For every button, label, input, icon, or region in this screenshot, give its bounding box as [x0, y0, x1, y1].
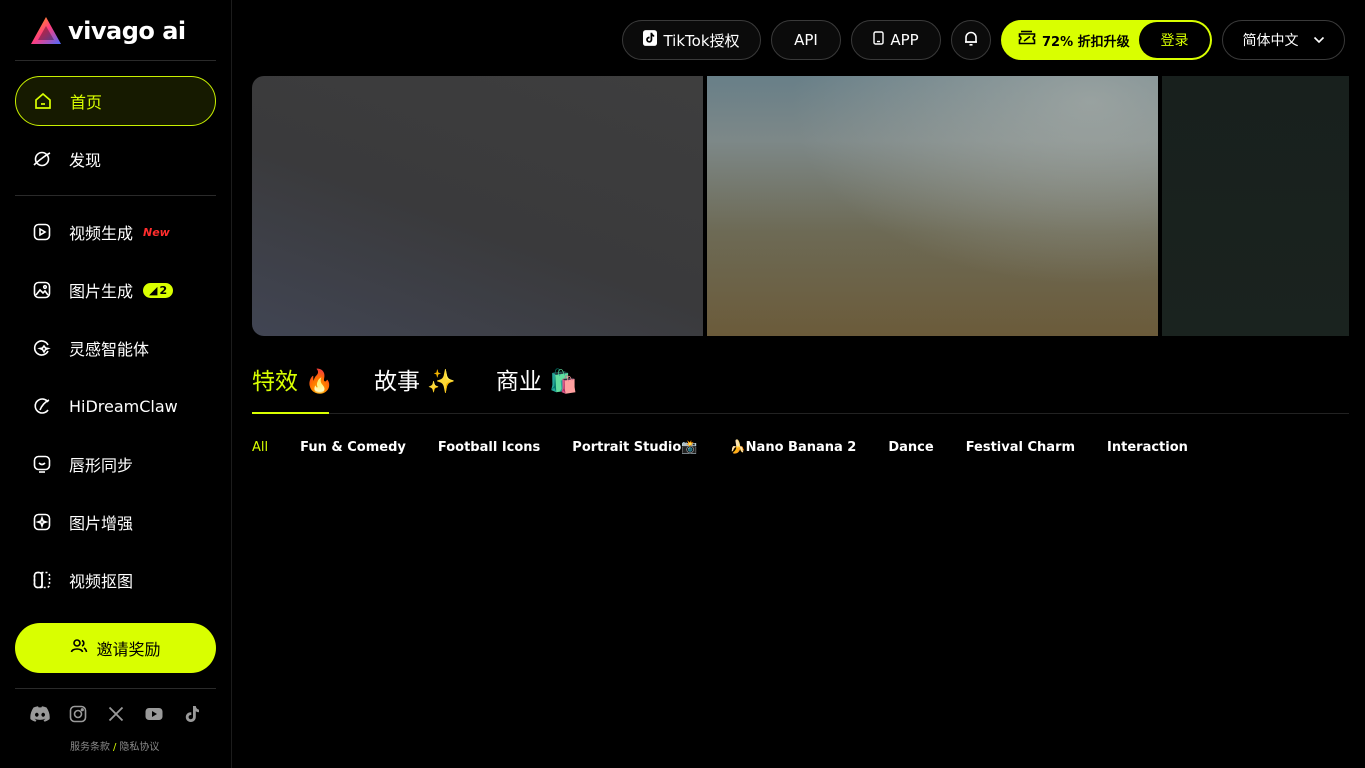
- api-label: API: [794, 31, 818, 49]
- instagram-icon[interactable]: [68, 704, 88, 724]
- sidebar-item-label: HiDreamClaw: [69, 396, 178, 416]
- filter-bar: All Fun & Comedy Football Icons Portrait…: [252, 440, 1188, 455]
- upgrade-label: 72% 折扣升级: [1042, 34, 1130, 50]
- upgrade-button[interactable]: 72% 折扣升级: [1001, 30, 1139, 50]
- users-icon: [70, 638, 88, 658]
- sidebar-item-discover[interactable]: 发现: [15, 134, 216, 184]
- sidebar-item-label: 视频抠图: [69, 572, 134, 591]
- sidebar-item-label: 视频生成: [69, 224, 134, 243]
- count-badge: ◢ 2: [143, 282, 174, 298]
- active-tab-indicator: [252, 412, 329, 414]
- filter-fun-comedy[interactable]: Fun & Comedy: [300, 440, 406, 455]
- filter-nano-banana[interactable]: 🍌Nano Banana 2: [729, 440, 856, 455]
- privacy-link[interactable]: 隐私协议: [119, 742, 159, 753]
- upgrade-login-group: 72% 折扣升级 登录: [1001, 20, 1212, 60]
- home-icon: [32, 90, 54, 112]
- discount-ticket-icon: [1018, 30, 1036, 50]
- sidebar-item-label: 首页: [70, 93, 103, 112]
- sidebar-item-video-matting[interactable]: 视频抠图: [15, 555, 216, 605]
- filter-dance[interactable]: Dance: [888, 440, 933, 455]
- brand-logo[interactable]: vivago ai: [30, 16, 186, 46]
- filter-football-icons[interactable]: Football Icons: [438, 440, 540, 455]
- new-badge: New: [143, 225, 170, 239]
- leaf-icon: ◢: [149, 283, 158, 297]
- sidebar-item-label: 图片生成: [69, 282, 134, 301]
- bell-icon: [963, 30, 979, 51]
- tab-effects[interactable]: 特效 🔥: [252, 362, 334, 414]
- social-links: [30, 704, 202, 724]
- app-button[interactable]: APP: [851, 20, 941, 60]
- invite-reward-button[interactable]: 邀请奖励: [15, 623, 216, 673]
- youtube-icon[interactable]: [144, 704, 164, 724]
- language-label: 简体中文: [1242, 33, 1299, 49]
- category-tabs: 特效 🔥 故事 ✨ 商业 🛍️: [252, 362, 578, 414]
- login-label: 登录: [1160, 33, 1189, 49]
- sidebar-item-image-generate[interactable]: 图片生成 ◢ 2: [15, 265, 216, 315]
- tiktok-icon[interactable]: [182, 704, 202, 724]
- video-generate-icon: [31, 221, 53, 243]
- chevron-down-icon: [1313, 32, 1325, 48]
- sidebar-item-lip-sync[interactable]: 唇形同步: [15, 439, 216, 489]
- tiktok-auth-label: TikTok授权: [663, 31, 740, 50]
- banner-slide[interactable]: [252, 76, 703, 336]
- sidebar-item-video-generate[interactable]: 视频生成 New: [15, 207, 216, 257]
- banner-slide[interactable]: [707, 76, 1158, 336]
- sidebar-item-inspiration-agent[interactable]: 灵感智能体: [15, 323, 216, 373]
- sidebar-divider: [15, 60, 216, 61]
- sidebar-item-label: 图片增强: [69, 514, 134, 533]
- sidebar: vivago ai 首页 发现 视频生成 New 图片生成 ◢ 2 灵感智能体 …: [0, 0, 232, 768]
- x-icon[interactable]: [106, 704, 126, 724]
- sidebar-item-home[interactable]: 首页: [15, 76, 216, 126]
- language-selector[interactable]: 简体中文: [1222, 20, 1345, 60]
- login-button[interactable]: 登录: [1139, 22, 1210, 58]
- sidebar-item-label: 灵感智能体: [69, 340, 150, 359]
- brand-name: vivago ai: [68, 17, 186, 45]
- tab-story[interactable]: 故事 ✨: [374, 362, 456, 414]
- filter-interaction[interactable]: Interaction: [1107, 440, 1188, 455]
- discord-icon[interactable]: [30, 704, 50, 724]
- sidebar-divider: [15, 688, 216, 689]
- discover-icon: [31, 148, 53, 170]
- app-root: vivago ai 首页 发现 视频生成 New 图片生成 ◢ 2 灵感智能体 …: [0, 0, 1365, 768]
- sidebar-item-hidreamclaw[interactable]: HiDreamClaw: [15, 381, 216, 431]
- tabs-divider: [252, 413, 1349, 414]
- tiktok-auth-button[interactable]: TikTok授权: [622, 20, 761, 60]
- app-label: APP: [890, 31, 919, 49]
- legal-separator: /: [113, 742, 117, 753]
- tiktok-icon: [643, 30, 658, 50]
- api-button[interactable]: API: [771, 20, 841, 60]
- sidebar-item-image-enhance[interactable]: 图片增强: [15, 497, 216, 547]
- banner-slide[interactable]: [1162, 76, 1349, 336]
- sidebar-divider: [15, 195, 216, 196]
- sidebar-item-label: 发现: [69, 151, 102, 170]
- filter-all[interactable]: All: [252, 440, 268, 455]
- notification-button[interactable]: [951, 20, 991, 60]
- lip-sync-icon: [31, 453, 53, 475]
- image-enhance-icon: [31, 511, 53, 533]
- inspiration-agent-icon: [31, 337, 53, 359]
- phone-icon: [873, 31, 885, 49]
- vivago-logo-icon: [31, 17, 61, 44]
- legal-links: 服务条款 / 隐私协议: [70, 738, 159, 753]
- image-generate-icon: [31, 279, 53, 301]
- filter-festival-charm[interactable]: Festival Charm: [966, 440, 1075, 455]
- sidebar-item-label: 唇形同步: [69, 456, 134, 475]
- terms-link[interactable]: 服务条款: [70, 742, 110, 753]
- invite-reward-label: 邀请奖励: [96, 640, 161, 659]
- tab-business[interactable]: 商业 🛍️: [496, 362, 578, 414]
- count-badge-value: 2: [159, 283, 168, 297]
- video-matting-icon: [31, 569, 53, 591]
- filter-portrait-studio[interactable]: Portrait Studio📸: [572, 440, 697, 455]
- claw-icon: [31, 395, 53, 417]
